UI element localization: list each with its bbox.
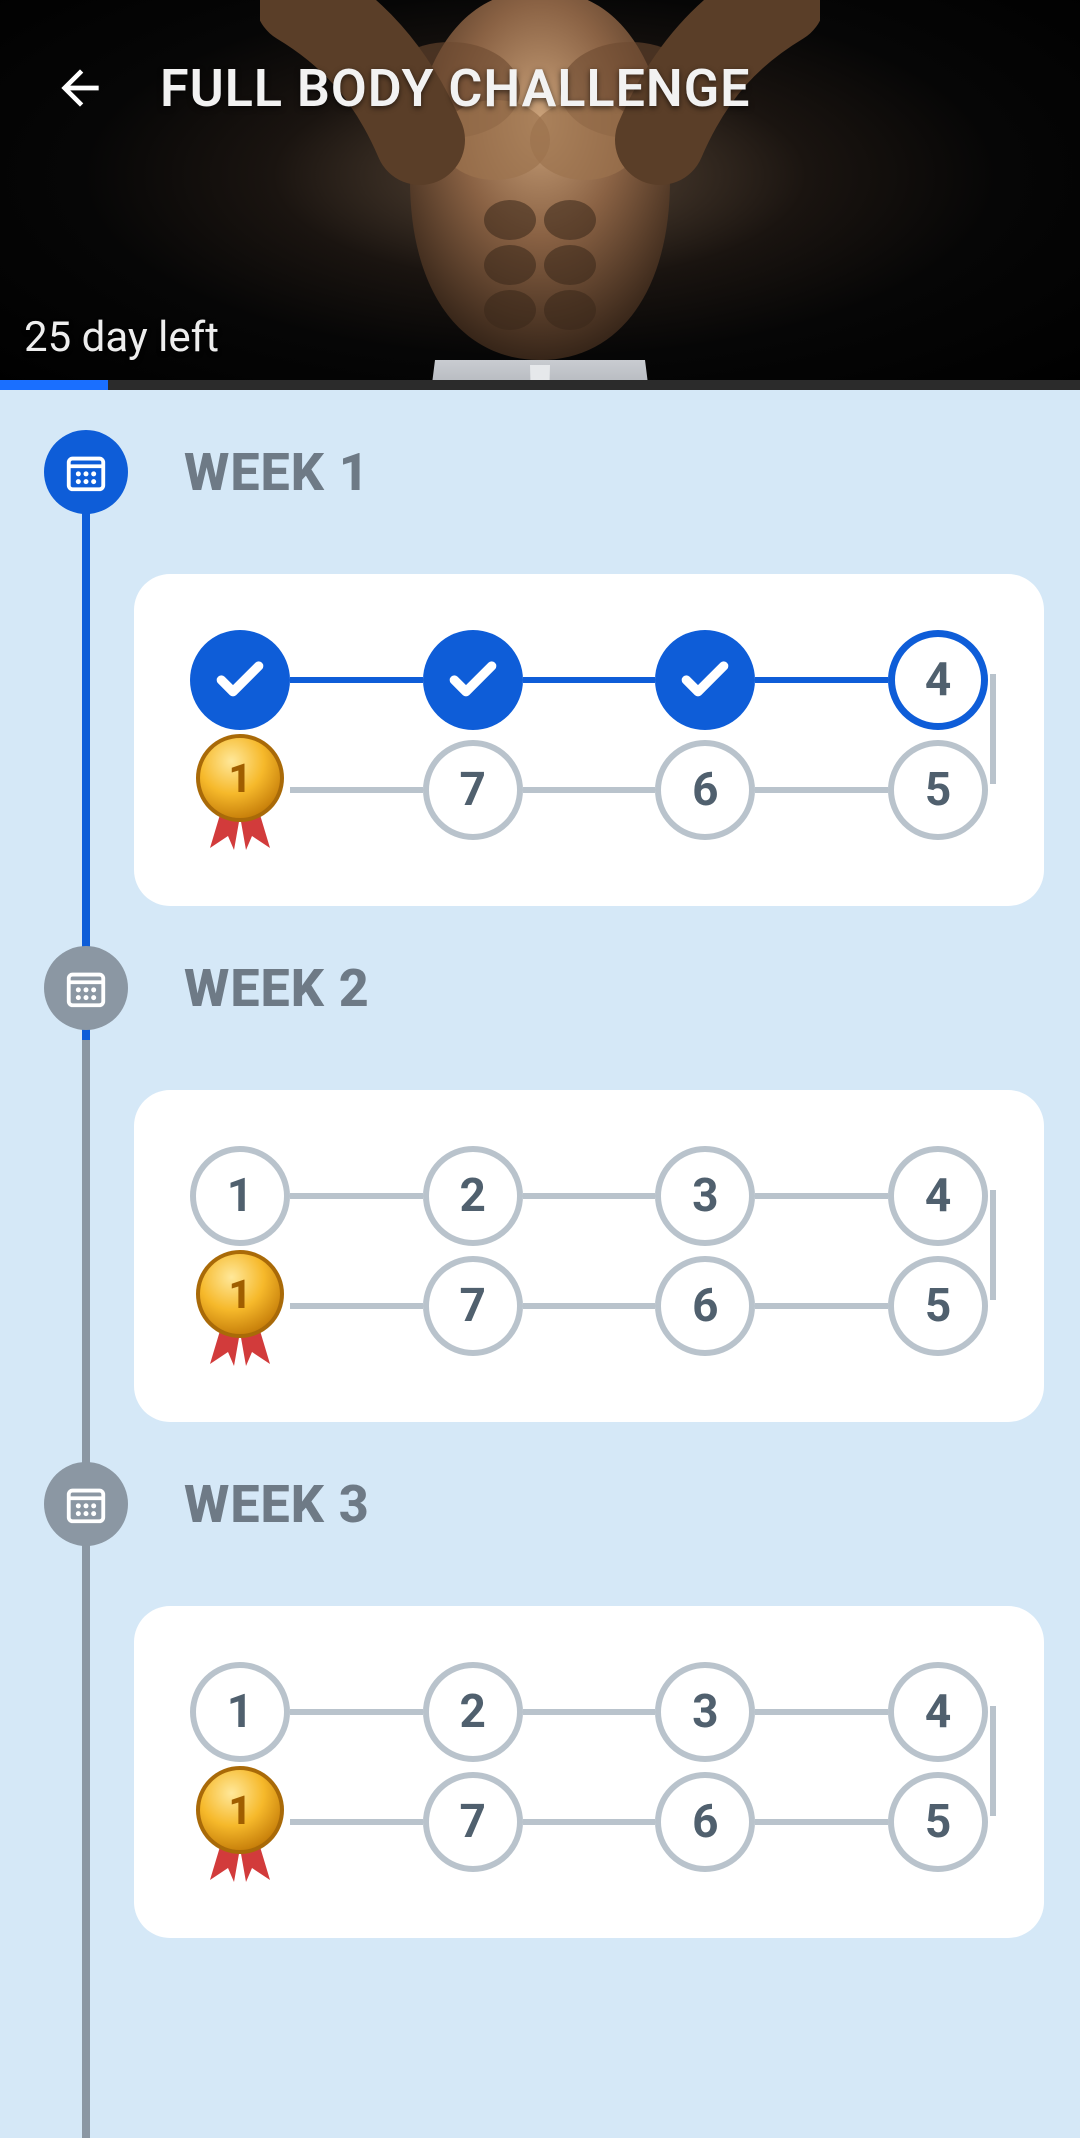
day-node-6[interactable]: 6 bbox=[655, 1772, 755, 1872]
day-connector bbox=[755, 1303, 888, 1309]
day-connector bbox=[523, 1709, 656, 1715]
week-card[interactable]: 1 2 3 4 1 7 6 5 bbox=[134, 1606, 1044, 1938]
day-node-1[interactable]: 1 bbox=[190, 1662, 290, 1762]
day-connector bbox=[755, 677, 888, 683]
week-header: WEEK 3 bbox=[0, 1462, 1044, 1546]
day-connector bbox=[755, 1709, 888, 1715]
days-left-label: 25 day left bbox=[24, 313, 219, 362]
week-block: WEEK 2 1 2 3 4 1 7 6 5 bbox=[0, 906, 1044, 1422]
svg-text:1: 1 bbox=[228, 755, 251, 802]
week-row-top: 1 2 3 4 bbox=[190, 1662, 988, 1762]
medal-icon: 1 bbox=[190, 1246, 290, 1366]
day-node-3[interactable] bbox=[655, 630, 755, 730]
day-connector bbox=[290, 1193, 423, 1199]
week-badge bbox=[44, 1462, 128, 1546]
day-node-3[interactable]: 3 bbox=[655, 1662, 755, 1762]
day-connector bbox=[523, 1819, 656, 1825]
week-card[interactable]: 1 2 3 4 1 7 6 5 bbox=[134, 1090, 1044, 1422]
day-node-5[interactable]: 5 bbox=[888, 1256, 988, 1356]
day-node-1[interactable]: 1 bbox=[190, 1146, 290, 1246]
week-row-bottom: 1 7 6 5 bbox=[190, 1246, 988, 1366]
medal-icon: 1 bbox=[190, 730, 290, 850]
week-block: WEEK 1 4 1 7 6 5 bbox=[0, 390, 1044, 906]
day-node-4[interactable]: 4 bbox=[888, 1146, 988, 1246]
day-connector-vertical bbox=[990, 674, 996, 784]
medal-icon: 1 bbox=[190, 1762, 290, 1882]
day-node-2[interactable]: 2 bbox=[423, 1146, 523, 1246]
day-connector bbox=[290, 787, 423, 793]
week-label: WEEK 1 bbox=[184, 442, 370, 503]
day-node-5[interactable]: 5 bbox=[888, 1772, 988, 1872]
day-node-2[interactable] bbox=[423, 630, 523, 730]
week-card[interactable]: 4 1 7 6 5 bbox=[134, 574, 1044, 906]
check-icon bbox=[212, 652, 268, 708]
day-connector bbox=[755, 1819, 888, 1825]
day-connector bbox=[523, 677, 656, 683]
day-node-5[interactable]: 5 bbox=[888, 740, 988, 840]
week-label: WEEK 3 bbox=[184, 1474, 370, 1535]
calendar-icon bbox=[63, 449, 109, 495]
week-block: WEEK 3 1 2 3 4 1 7 6 5 bbox=[0, 1422, 1044, 1938]
day-connector bbox=[523, 787, 656, 793]
progress-bar bbox=[0, 380, 1080, 390]
day-connector bbox=[523, 1303, 656, 1309]
week-row-top: 4 bbox=[190, 630, 988, 730]
page-title: FULL BODY CHALLENGE bbox=[160, 58, 751, 119]
svg-text:1: 1 bbox=[228, 1787, 251, 1834]
week-row-bottom: 1 7 6 5 bbox=[190, 1762, 988, 1882]
calendar-icon bbox=[63, 1481, 109, 1527]
day-node-4[interactable]: 4 bbox=[888, 1662, 988, 1762]
calendar-icon bbox=[63, 965, 109, 1011]
week-header: WEEK 1 bbox=[0, 430, 1044, 514]
day-connector bbox=[523, 1193, 656, 1199]
day-connector-vertical bbox=[990, 1190, 996, 1300]
day-connector bbox=[755, 787, 888, 793]
day-connector bbox=[755, 1193, 888, 1199]
check-icon bbox=[677, 652, 733, 708]
day-connector bbox=[290, 677, 423, 683]
timeline: WEEK 1 4 1 7 6 5 bbox=[0, 390, 1080, 1938]
day-connector bbox=[290, 1303, 423, 1309]
svg-text:1: 1 bbox=[228, 1271, 251, 1318]
check-icon bbox=[445, 652, 501, 708]
week-badge bbox=[44, 946, 128, 1030]
day-node-4[interactable]: 4 bbox=[888, 630, 988, 730]
day-connector bbox=[290, 1819, 423, 1825]
arrow-left-icon bbox=[52, 60, 108, 116]
day-node-1[interactable] bbox=[190, 630, 290, 730]
day-node-7[interactable]: 7 bbox=[423, 1256, 523, 1356]
day-node-2[interactable]: 2 bbox=[423, 1662, 523, 1762]
day-node-6[interactable]: 6 bbox=[655, 1256, 755, 1356]
week-row-top: 1 2 3 4 bbox=[190, 1146, 988, 1246]
header: FULL BODY CHALLENGE 25 day left bbox=[0, 0, 1080, 390]
week-badge bbox=[44, 430, 128, 514]
progress-fill bbox=[0, 380, 108, 390]
week-row-bottom: 1 7 6 5 bbox=[190, 730, 988, 850]
day-node-6[interactable]: 6 bbox=[655, 740, 755, 840]
week-header: WEEK 2 bbox=[0, 946, 1044, 1030]
day-node-7[interactable]: 7 bbox=[423, 1772, 523, 1872]
day-node-7[interactable]: 7 bbox=[423, 740, 523, 840]
day-connector-vertical bbox=[990, 1706, 996, 1816]
day-node-3[interactable]: 3 bbox=[655, 1146, 755, 1246]
back-button[interactable] bbox=[40, 48, 120, 128]
week-label: WEEK 2 bbox=[184, 958, 370, 1019]
day-connector bbox=[290, 1709, 423, 1715]
